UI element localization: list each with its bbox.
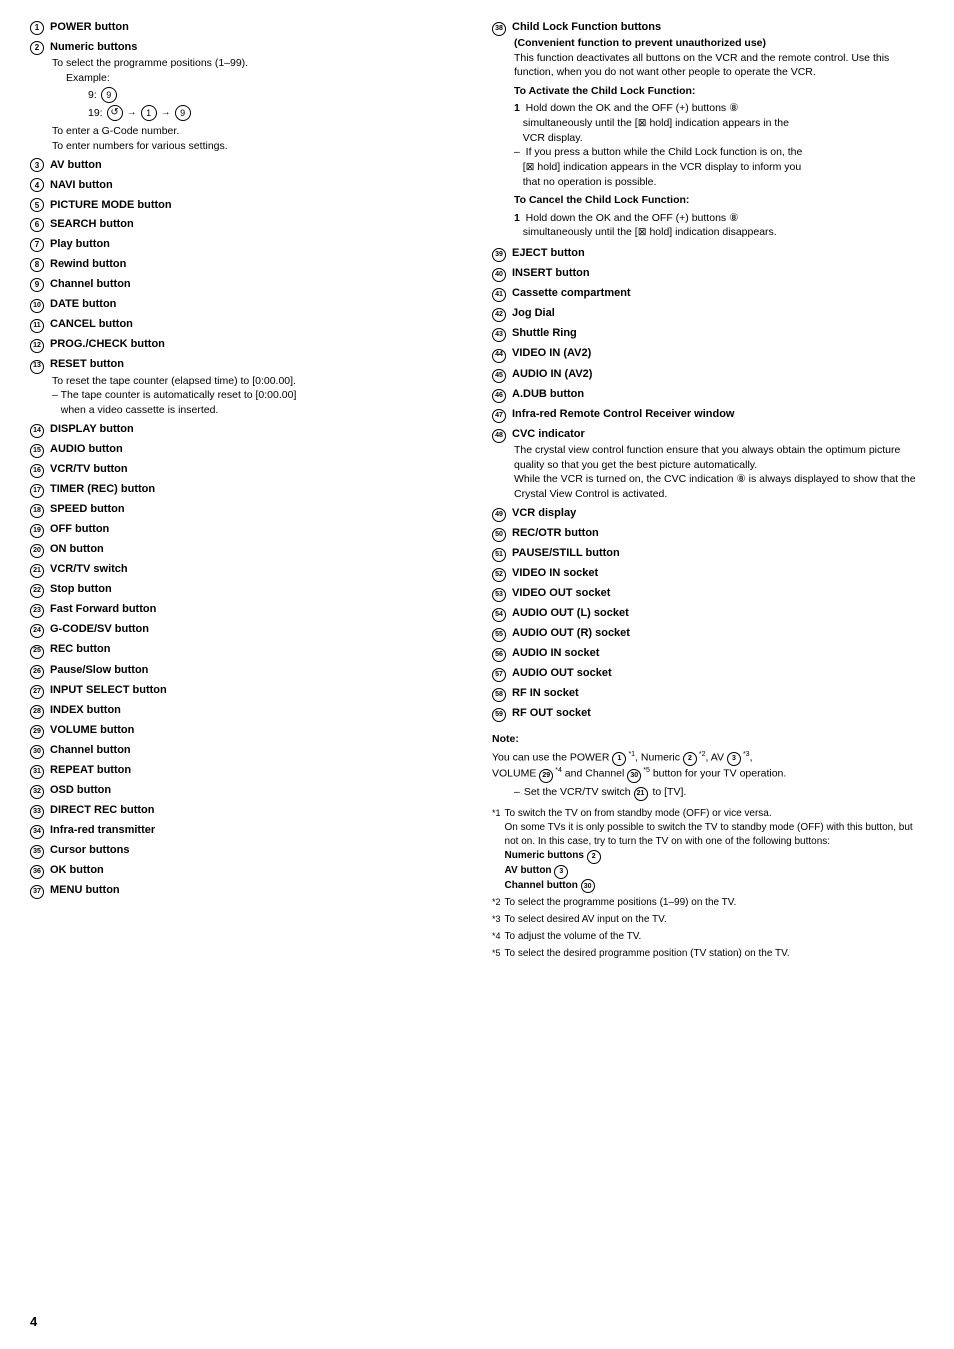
list-item: 49VCR display	[492, 506, 924, 522]
list-item: 57AUDIO OUT socket	[492, 666, 924, 682]
item-description: The crystal view control function ensure…	[514, 443, 924, 502]
list-item: 41Cassette compartment	[492, 286, 924, 302]
list-item: 15AUDIO button	[30, 442, 462, 458]
example-19-label: 19:	[88, 106, 103, 121]
list-item: 12PROG./CHECK button	[30, 337, 462, 353]
item-label: POWER button	[50, 20, 129, 36]
list-item: 6SEARCH button	[30, 217, 462, 233]
footnote-1: *1 To switch the TV on from standby mode…	[492, 807, 924, 894]
item-description: To reset the tape counter (elapsed time)…	[52, 374, 462, 418]
list-item: 9Channel button	[30, 277, 462, 293]
list-item: 52VIDEO IN socket	[492, 566, 924, 582]
list-item: 51PAUSE/STILL button	[492, 546, 924, 562]
example-9-label: 9:	[88, 88, 97, 103]
list-item: 27INPUT SELECT button	[30, 683, 462, 699]
list-item: 2 Numeric buttons To select the programm…	[30, 40, 462, 154]
left-column: 1 POWER button 2 Numeric buttons To sele…	[30, 20, 462, 964]
item-number: 1	[30, 21, 44, 35]
list-item: 38 Child Lock Function buttons (Convenie…	[492, 20, 924, 240]
list-item: 37MENU button	[30, 883, 462, 899]
list-item: 53VIDEO OUT socket	[492, 586, 924, 602]
list-item: 29VOLUME button	[30, 723, 462, 739]
list-item: 34Infra-red transmitter	[30, 823, 462, 839]
list-item: 25REC button	[30, 642, 462, 658]
example-circle-9: 9	[101, 87, 117, 103]
list-item: 44VIDEO IN (AV2)	[492, 346, 924, 362]
list-item: 55AUDIO OUT (R) socket	[492, 626, 924, 642]
list-item: 26Pause/Slow button	[30, 663, 462, 679]
list-item: 31REPEAT button	[30, 763, 462, 779]
example-circle-arrow: ↺	[107, 105, 123, 121]
list-item: 11CANCEL button	[30, 317, 462, 333]
list-item: 40INSERT button	[492, 266, 924, 282]
footnote-4: *4 To adjust the volume of the TV.	[492, 930, 924, 944]
item-description: To select the programme positions (1–99)…	[52, 56, 462, 154]
list-item: 23Fast Forward button	[30, 602, 462, 618]
list-item: 17TIMER (REC) button	[30, 482, 462, 498]
subsection-header: To Activate the Child Lock Function:	[514, 84, 924, 99]
list-item: 3AV button	[30, 158, 462, 174]
list-item: 8Rewind button	[30, 257, 462, 273]
example-circle-1: 1	[141, 105, 157, 121]
list-item: 21VCR/TV switch	[30, 562, 462, 578]
list-item: 39EJECT button	[492, 246, 924, 262]
list-item: 4NAVI button	[30, 178, 462, 194]
list-item: 35Cursor buttons	[30, 843, 462, 859]
note-section: Note: You can use the POWER 1*1, Numeric…	[492, 732, 924, 961]
footnote-5: *5 To select the desired programme posit…	[492, 947, 924, 961]
footnote-2: *2 To select the programme positions (1–…	[492, 896, 924, 910]
list-item: 42Jog Dial	[492, 306, 924, 322]
list-item: 18SPEED button	[30, 502, 462, 518]
item-description: (Convenient function to prevent unauthor…	[514, 36, 924, 80]
footnote-3: *3 To select desired AV input on the TV.	[492, 913, 924, 927]
list-item: 54AUDIO OUT (L) socket	[492, 606, 924, 622]
list-item: 5PICTURE MODE button	[30, 198, 462, 214]
list-item: 36OK button	[30, 863, 462, 879]
list-item: 30Channel button	[30, 743, 462, 759]
list-item: 50REC/OTR button	[492, 526, 924, 542]
item-number: 2	[30, 41, 44, 55]
list-item: 58RF IN socket	[492, 686, 924, 702]
subsection-header: To Cancel the Child Lock Function:	[514, 193, 924, 208]
example-circle-9: 9	[175, 105, 191, 121]
list-item: 46A.DUB button	[492, 387, 924, 403]
list-item: 47Infra-red Remote Control Receiver wind…	[492, 407, 924, 423]
note-dash-item: – Set the VCR/TV switch 21 to [TV].	[514, 785, 924, 801]
note-main-text: You can use the POWER 1*1, Numeric 2*2, …	[492, 750, 924, 783]
note-title: Note:	[492, 732, 924, 747]
arrow-icon: →	[127, 106, 137, 120]
list-item: 48CVC indicator The crystal view control…	[492, 427, 924, 502]
list-item: 59RF OUT socket	[492, 706, 924, 722]
list-item: 1 POWER button	[30, 20, 462, 36]
list-item: 13RESET button To reset the tape counter…	[30, 357, 462, 417]
list-item: 32OSD button	[30, 783, 462, 799]
list-item: 22Stop button	[30, 582, 462, 598]
list-item: 24G-CODE/SV button	[30, 622, 462, 638]
list-item: 7Play button	[30, 237, 462, 253]
list-item: 16VCR/TV button	[30, 462, 462, 478]
list-item: 19OFF button	[30, 522, 462, 538]
list-item: 10DATE button	[30, 297, 462, 313]
list-item: 20ON button	[30, 542, 462, 558]
right-column: 38 Child Lock Function buttons (Convenie…	[492, 20, 924, 964]
list-item: 45AUDIO IN (AV2)	[492, 367, 924, 383]
arrow-icon: →	[161, 106, 171, 120]
list-item: 43Shuttle Ring	[492, 326, 924, 342]
list-item: 28INDEX button	[30, 703, 462, 719]
item-label: Numeric buttons	[50, 40, 137, 56]
list-item: 14DISPLAY button	[30, 422, 462, 438]
page-number: 4	[30, 1314, 37, 1329]
list-item: 56AUDIO IN socket	[492, 646, 924, 662]
list-item: 33DIRECT REC button	[30, 803, 462, 819]
